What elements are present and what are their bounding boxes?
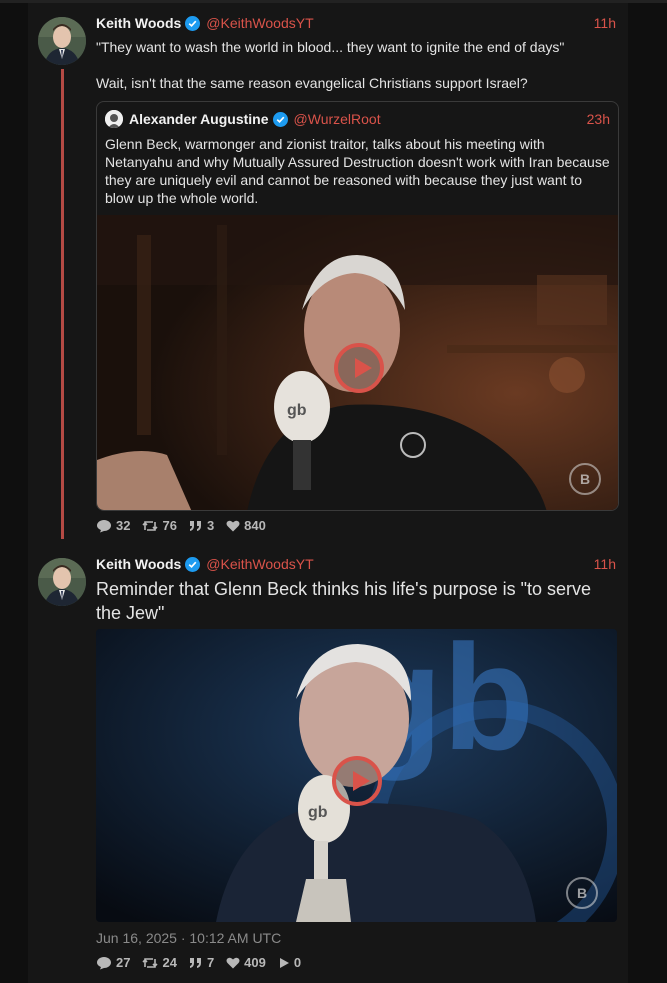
tweet-time[interactable]: 11h — [594, 15, 616, 31]
quoted-author-name[interactable]: Alexander Augustine — [129, 111, 269, 127]
author-handle[interactable]: @KeithWoodsYT — [206, 556, 313, 572]
verified-badge-icon — [185, 556, 201, 572]
reply-stat[interactable]: 32 — [96, 518, 130, 533]
like-count: 840 — [244, 518, 266, 533]
verified-badge-icon — [185, 15, 201, 31]
play-button-icon[interactable] — [332, 756, 382, 806]
quoted-tweet[interactable]: Alexander Augustine @WurzelRoot 23h Glen… — [96, 101, 619, 511]
play-icon — [278, 957, 290, 969]
quote-icon — [189, 520, 203, 532]
blaze-logo-icon: B — [569, 463, 601, 495]
avatar[interactable] — [38, 558, 86, 606]
tweet-1[interactable]: Keith Woods @KeithWoodsYT 11h "They want… — [28, 3, 628, 543]
quoted-tweet-header: Alexander Augustine @WurzelRoot 23h — [105, 109, 610, 129]
quote-stat[interactable]: 3 — [189, 518, 214, 533]
comment-icon — [96, 519, 112, 533]
views-stat[interactable]: 0 — [278, 955, 301, 970]
video-player[interactable]: gb gb B — [96, 629, 617, 922]
tweet-header: Keith Woods @KeithWoodsYT 11h — [96, 554, 616, 574]
tweet-datetime[interactable]: Jun 16, 2025 · 10:12 AM UTC — [96, 930, 281, 946]
blaze-logo-icon: B — [566, 877, 598, 909]
tweet-text: "They want to wash the world in blood...… — [96, 39, 565, 91]
quoted-tweet-text: Glenn Beck, warmonger and zionist traito… — [105, 136, 610, 206]
views-count: 0 — [293, 955, 302, 970]
comment-icon — [96, 956, 112, 970]
reply-count: 27 — [116, 955, 131, 970]
tweet-stats: 32 76 3 840 — [96, 518, 266, 533]
retweet-icon — [142, 519, 159, 533]
quote-count: 7 — [206, 955, 215, 970]
tweet-2[interactable]: Keith Woods @KeithWoodsYT 11h Reminder t… — [28, 543, 628, 983]
tweet-time[interactable]: 11h — [594, 556, 616, 572]
like-stat[interactable]: 409 — [226, 955, 266, 970]
quote-stat[interactable]: 7 — [189, 955, 214, 970]
author-handle[interactable]: @KeithWoodsYT — [206, 15, 313, 31]
like-stat[interactable]: 840 — [226, 518, 266, 533]
svg-text:gb: gb — [287, 402, 307, 419]
quote-icon — [189, 957, 203, 969]
quote-count: 3 — [206, 518, 215, 533]
thread-line — [61, 69, 64, 539]
timeline-column: Keith Woods @KeithWoodsYT 11h "They want… — [28, 3, 628, 983]
avatar[interactable] — [38, 17, 86, 65]
reply-count: 32 — [116, 518, 131, 533]
author-name[interactable]: Keith Woods — [96, 556, 181, 572]
svg-text:gb: gb — [308, 804, 328, 821]
like-count: 409 — [244, 955, 266, 970]
retweet-stat[interactable]: 24 — [142, 955, 177, 970]
tweet-stats: 27 24 7 409 0 — [96, 955, 301, 970]
play-button-icon[interactable] — [334, 343, 384, 393]
tweet-text: Reminder that Glenn Beck thinks his life… — [96, 579, 597, 623]
retweet-count: 76 — [162, 518, 177, 533]
retweet-count: 24 — [162, 955, 177, 970]
quoted-author-handle[interactable]: @WurzelRoot — [294, 111, 381, 127]
reply-stat[interactable]: 27 — [96, 955, 130, 970]
video-player[interactable]: gb B — [97, 215, 618, 510]
verified-badge-icon — [272, 111, 288, 127]
quoted-tweet-time[interactable]: 23h — [587, 111, 610, 127]
heart-icon — [226, 520, 240, 532]
quoted-avatar[interactable] — [105, 110, 123, 128]
retweet-icon — [142, 956, 159, 970]
author-name[interactable]: Keith Woods — [96, 15, 181, 31]
retweet-stat[interactable]: 76 — [142, 518, 177, 533]
heart-icon — [226, 957, 240, 969]
tweet-header: Keith Woods @KeithWoodsYT 11h — [96, 13, 616, 33]
